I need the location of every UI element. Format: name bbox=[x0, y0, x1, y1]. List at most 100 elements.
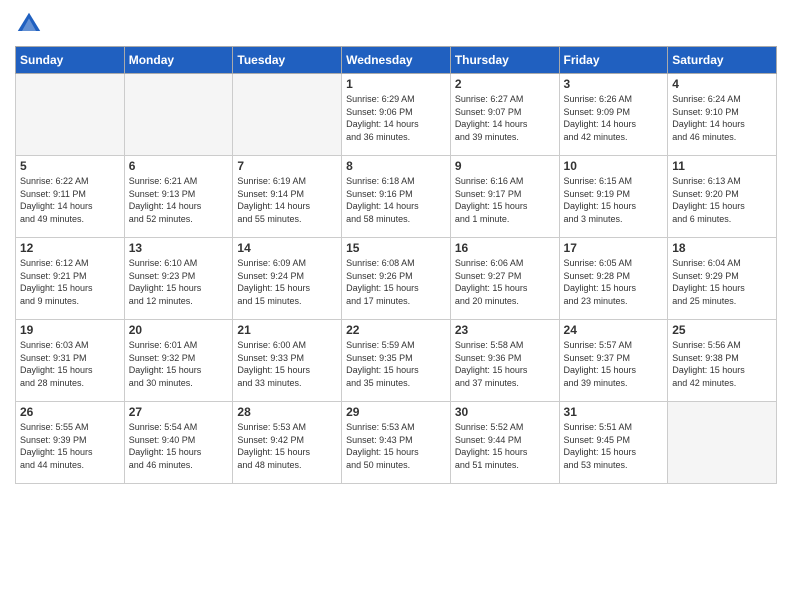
day-number: 18 bbox=[672, 241, 772, 255]
page: SundayMondayTuesdayWednesdayThursdayFrid… bbox=[0, 0, 792, 612]
day-info: Sunrise: 6:29 AM Sunset: 9:06 PM Dayligh… bbox=[346, 93, 446, 143]
calendar-cell: 3 Sunrise: 6:26 AM Sunset: 9:09 PM Daylig… bbox=[559, 74, 668, 156]
day-number: 24 bbox=[564, 323, 664, 337]
day-number: 8 bbox=[346, 159, 446, 173]
calendar-cell: 4 Sunrise: 6:24 AM Sunset: 9:10 PM Daylig… bbox=[668, 74, 777, 156]
day-number: 14 bbox=[237, 241, 337, 255]
day-info: Sunrise: 6:21 AM Sunset: 9:13 PM Dayligh… bbox=[129, 175, 229, 225]
weekday-header-tuesday: Tuesday bbox=[233, 47, 342, 74]
calendar-cell bbox=[668, 402, 777, 484]
day-info: Sunrise: 5:54 AM Sunset: 9:40 PM Dayligh… bbox=[129, 421, 229, 471]
day-number: 11 bbox=[672, 159, 772, 173]
day-info: Sunrise: 6:12 AM Sunset: 9:21 PM Dayligh… bbox=[20, 257, 120, 307]
calendar-cell: 11 Sunrise: 6:13 AM Sunset: 9:20 PM Dayli… bbox=[668, 156, 777, 238]
day-number: 23 bbox=[455, 323, 555, 337]
weekday-header-wednesday: Wednesday bbox=[342, 47, 451, 74]
logo bbox=[15, 10, 47, 38]
calendar-cell: 17 Sunrise: 6:05 AM Sunset: 9:28 PM Dayli… bbox=[559, 238, 668, 320]
day-info: Sunrise: 5:58 AM Sunset: 9:36 PM Dayligh… bbox=[455, 339, 555, 389]
day-number: 1 bbox=[346, 77, 446, 91]
day-number: 19 bbox=[20, 323, 120, 337]
calendar-cell: 16Sunrise: 6:06 AM Sunset: 9:27 PM Dayli… bbox=[450, 238, 559, 320]
calendar-body: 1 Sunrise: 6:29 AM Sunset: 9:06 PM Daylig… bbox=[16, 74, 777, 484]
calendar-cell: 20 Sunrise: 6:01 AM Sunset: 9:32 PM Dayli… bbox=[124, 320, 233, 402]
weekday-header-saturday: Saturday bbox=[668, 47, 777, 74]
day-number: 2 bbox=[455, 77, 555, 91]
day-info: Sunrise: 5:55 AM Sunset: 9:39 PM Dayligh… bbox=[20, 421, 120, 471]
calendar-cell: 2 Sunrise: 6:27 AM Sunset: 9:07 PM Daylig… bbox=[450, 74, 559, 156]
day-info: Sunrise: 6:15 AM Sunset: 9:19 PM Dayligh… bbox=[564, 175, 664, 225]
day-number: 15 bbox=[346, 241, 446, 255]
day-info: Sunrise: 6:05 AM Sunset: 9:28 PM Dayligh… bbox=[564, 257, 664, 307]
calendar-cell: 28 Sunrise: 5:53 AM Sunset: 9:42 PM Dayli… bbox=[233, 402, 342, 484]
day-number: 3 bbox=[564, 77, 664, 91]
calendar-cell: 15 Sunrise: 6:08 AM Sunset: 9:26 PM Dayli… bbox=[342, 238, 451, 320]
day-info: Sunrise: 6:01 AM Sunset: 9:32 PM Dayligh… bbox=[129, 339, 229, 389]
week-row-0: 1 Sunrise: 6:29 AM Sunset: 9:06 PM Daylig… bbox=[16, 74, 777, 156]
day-info: Sunrise: 6:19 AM Sunset: 9:14 PM Dayligh… bbox=[237, 175, 337, 225]
calendar-cell bbox=[124, 74, 233, 156]
day-info: Sunrise: 6:10 AM Sunset: 9:23 PM Dayligh… bbox=[129, 257, 229, 307]
week-row-4: 26 Sunrise: 5:55 AM Sunset: 9:39 PM Dayli… bbox=[16, 402, 777, 484]
day-info: Sunrise: 6:13 AM Sunset: 9:20 PM Dayligh… bbox=[672, 175, 772, 225]
day-number: 29 bbox=[346, 405, 446, 419]
day-info: Sunrise: 6:08 AM Sunset: 9:26 PM Dayligh… bbox=[346, 257, 446, 307]
weekday-row: SundayMondayTuesdayWednesdayThursdayFrid… bbox=[16, 47, 777, 74]
day-number: 21 bbox=[237, 323, 337, 337]
day-number: 13 bbox=[129, 241, 229, 255]
day-number: 20 bbox=[129, 323, 229, 337]
calendar-cell: 24 Sunrise: 5:57 AM Sunset: 9:37 PM Dayli… bbox=[559, 320, 668, 402]
day-info: Sunrise: 6:16 AM Sunset: 9:17 PM Dayligh… bbox=[455, 175, 555, 225]
day-info: Sunrise: 5:53 AM Sunset: 9:42 PM Dayligh… bbox=[237, 421, 337, 471]
day-info: Sunrise: 6:24 AM Sunset: 9:10 PM Dayligh… bbox=[672, 93, 772, 143]
calendar-cell: 21Sunrise: 6:00 AM Sunset: 9:33 PM Dayli… bbox=[233, 320, 342, 402]
calendar-cell: 8 Sunrise: 6:18 AM Sunset: 9:16 PM Daylig… bbox=[342, 156, 451, 238]
calendar-cell: 10Sunrise: 6:15 AM Sunset: 9:19 PM Dayli… bbox=[559, 156, 668, 238]
day-info: Sunrise: 6:06 AM Sunset: 9:27 PM Dayligh… bbox=[455, 257, 555, 307]
day-number: 12 bbox=[20, 241, 120, 255]
day-number: 28 bbox=[237, 405, 337, 419]
day-info: Sunrise: 6:18 AM Sunset: 9:16 PM Dayligh… bbox=[346, 175, 446, 225]
calendar-cell: 23 Sunrise: 5:58 AM Sunset: 9:36 PM Dayli… bbox=[450, 320, 559, 402]
calendar-cell: 14Sunrise: 6:09 AM Sunset: 9:24 PM Dayli… bbox=[233, 238, 342, 320]
weekday-header-friday: Friday bbox=[559, 47, 668, 74]
week-row-3: 19 Sunrise: 6:03 AM Sunset: 9:31 PM Dayli… bbox=[16, 320, 777, 402]
day-info: Sunrise: 6:27 AM Sunset: 9:07 PM Dayligh… bbox=[455, 93, 555, 143]
calendar-cell: 12 Sunrise: 6:12 AM Sunset: 9:21 PM Dayli… bbox=[16, 238, 125, 320]
calendar-cell: 7 Sunrise: 6:19 AM Sunset: 9:14 PM Daylig… bbox=[233, 156, 342, 238]
day-number: 26 bbox=[20, 405, 120, 419]
day-number: 31 bbox=[564, 405, 664, 419]
calendar-cell: 30Sunrise: 5:52 AM Sunset: 9:44 PM Dayli… bbox=[450, 402, 559, 484]
calendar-cell bbox=[16, 74, 125, 156]
day-info: Sunrise: 5:56 AM Sunset: 9:38 PM Dayligh… bbox=[672, 339, 772, 389]
day-info: Sunrise: 6:03 AM Sunset: 9:31 PM Dayligh… bbox=[20, 339, 120, 389]
calendar-cell: 18 Sunrise: 6:04 AM Sunset: 9:29 PM Dayli… bbox=[668, 238, 777, 320]
day-info: Sunrise: 5:57 AM Sunset: 9:37 PM Dayligh… bbox=[564, 339, 664, 389]
calendar-cell: 31 Sunrise: 5:51 AM Sunset: 9:45 PM Dayli… bbox=[559, 402, 668, 484]
day-info: Sunrise: 6:04 AM Sunset: 9:29 PM Dayligh… bbox=[672, 257, 772, 307]
day-number: 30 bbox=[455, 405, 555, 419]
week-row-1: 5Sunrise: 6:22 AM Sunset: 9:11 PM Daylig… bbox=[16, 156, 777, 238]
day-info: Sunrise: 6:26 AM Sunset: 9:09 PM Dayligh… bbox=[564, 93, 664, 143]
day-info: Sunrise: 5:59 AM Sunset: 9:35 PM Dayligh… bbox=[346, 339, 446, 389]
day-number: 6 bbox=[129, 159, 229, 173]
day-number: 4 bbox=[672, 77, 772, 91]
calendar-cell bbox=[233, 74, 342, 156]
calendar-cell: 19 Sunrise: 6:03 AM Sunset: 9:31 PM Dayli… bbox=[16, 320, 125, 402]
calendar-table: SundayMondayTuesdayWednesdayThursdayFrid… bbox=[15, 46, 777, 484]
day-number: 27 bbox=[129, 405, 229, 419]
calendar-header: SundayMondayTuesdayWednesdayThursdayFrid… bbox=[16, 47, 777, 74]
calendar-cell: 6 Sunrise: 6:21 AM Sunset: 9:13 PM Daylig… bbox=[124, 156, 233, 238]
weekday-header-monday: Monday bbox=[124, 47, 233, 74]
day-info: Sunrise: 5:53 AM Sunset: 9:43 PM Dayligh… bbox=[346, 421, 446, 471]
weekday-header-sunday: Sunday bbox=[16, 47, 125, 74]
day-number: 17 bbox=[564, 241, 664, 255]
calendar-cell: 5Sunrise: 6:22 AM Sunset: 9:11 PM Daylig… bbox=[16, 156, 125, 238]
calendar-cell: 25Sunrise: 5:56 AM Sunset: 9:38 PM Dayli… bbox=[668, 320, 777, 402]
week-row-2: 12 Sunrise: 6:12 AM Sunset: 9:21 PM Dayli… bbox=[16, 238, 777, 320]
calendar-cell: 9Sunrise: 6:16 AM Sunset: 9:17 PM Daylig… bbox=[450, 156, 559, 238]
calendar-cell: 29 Sunrise: 5:53 AM Sunset: 9:43 PM Dayli… bbox=[342, 402, 451, 484]
day-number: 7 bbox=[237, 159, 337, 173]
calendar-cell: 13 Sunrise: 6:10 AM Sunset: 9:23 PM Dayli… bbox=[124, 238, 233, 320]
day-info: Sunrise: 5:51 AM Sunset: 9:45 PM Dayligh… bbox=[564, 421, 664, 471]
